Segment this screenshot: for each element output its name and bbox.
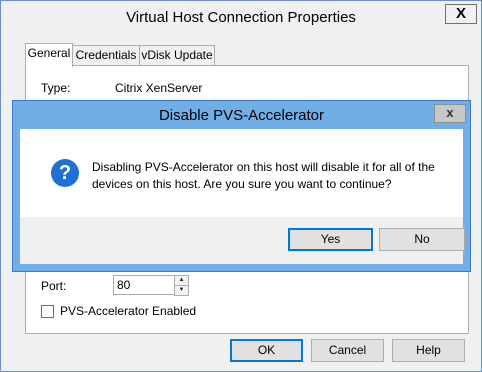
disable-pvs-accelerator-dialog: Disable PVS-Accelerator x ? Disabling PV… (12, 100, 471, 272)
tab-general[interactable]: General (25, 43, 73, 67)
no-button[interactable]: No (379, 228, 465, 251)
parent-titlebar[interactable]: Virtual Host Connection Properties X (1, 1, 481, 33)
ok-button[interactable]: OK (230, 339, 303, 362)
dialog-button-bar: Yes No (20, 217, 465, 264)
parent-close-button[interactable]: X (445, 4, 477, 24)
tab-vdisk-update[interactable]: vDisk Update (139, 45, 215, 66)
cancel-button[interactable]: Cancel (311, 339, 384, 362)
arrow-up-icon: ▲ (178, 277, 185, 283)
pvs-accelerator-checkbox-label[interactable]: PVS-Accelerator Enabled (60, 304, 196, 318)
type-value: Citrix XenServer (115, 81, 203, 95)
pvs-accelerator-checkbox[interactable] (41, 305, 54, 318)
parent-window-title: Virtual Host Connection Properties (126, 9, 356, 26)
question-icon: ? (51, 159, 79, 187)
type-label: Type: (41, 81, 71, 95)
port-spin-down-button[interactable]: ▼ (174, 285, 189, 296)
port-label: Port: (41, 279, 67, 293)
dialog-message: Disabling PVS-Accelerator on this host w… (92, 159, 452, 193)
help-button[interactable]: Help (392, 339, 465, 362)
dialog-message-line-2: devices on this host. Are you sure you w… (92, 177, 392, 191)
dialog-body: ? Disabling PVS-Accelerator on this host… (20, 129, 465, 264)
dialog-title: Disable PVS-Accelerator (158, 107, 325, 124)
arrow-down-icon: ▼ (178, 287, 185, 293)
dialog-message-line-1: Disabling PVS-Accelerator on this host w… (92, 160, 435, 174)
dialog-close-button[interactable]: x (434, 104, 466, 123)
yes-button[interactable]: Yes (288, 228, 373, 251)
tab-credentials[interactable]: Credentials (72, 45, 140, 66)
port-input[interactable]: 80 (113, 275, 176, 295)
